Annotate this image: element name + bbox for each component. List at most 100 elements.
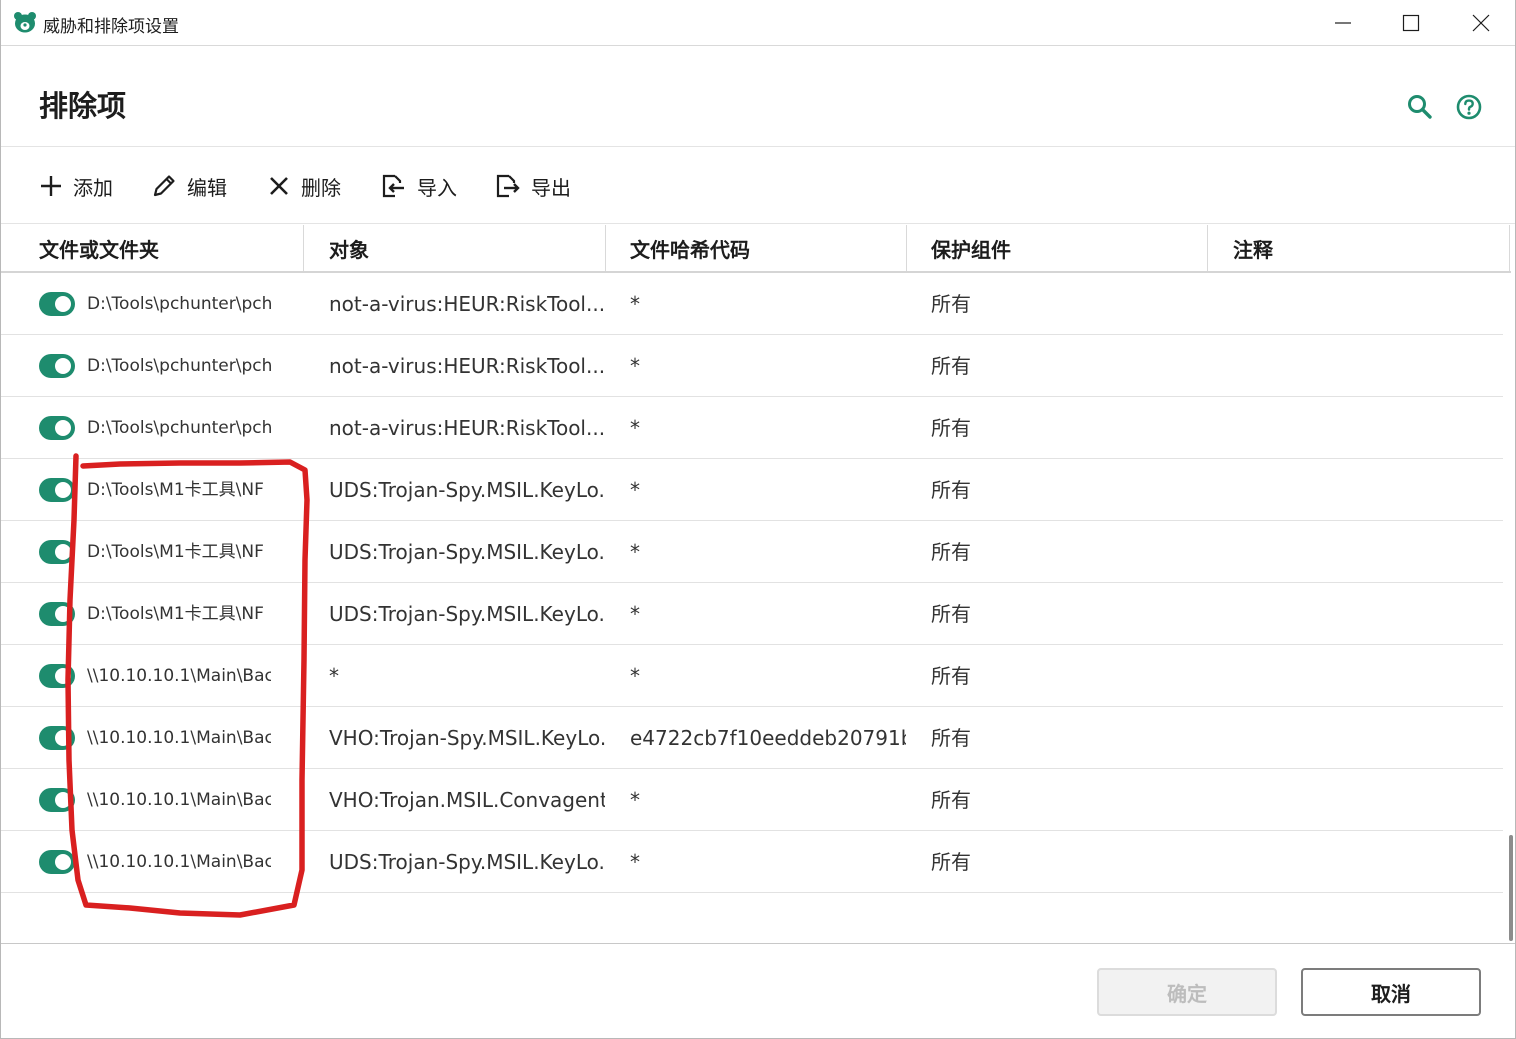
table-row[interactable]: \\10.10.10.1\Main\Back VHO:Trojan-Spy.MS… <box>1 707 1503 769</box>
export-label: 导出 <box>531 175 571 200</box>
cancel-button[interactable]: 取消 <box>1301 968 1481 1016</box>
toggle-knob <box>55 792 71 808</box>
help-icon <box>1456 94 1482 120</box>
component-cell: 所有 <box>931 354 971 378</box>
export-button[interactable]: 导出 <box>493 170 571 202</box>
vertical-scrollbar[interactable] <box>1506 273 1516 943</box>
maximize-button[interactable] <box>1377 0 1445 46</box>
hash-cell: * <box>630 664 640 688</box>
export-icon <box>496 174 520 198</box>
x-icon <box>270 177 288 195</box>
object-cell: not-a-virus:HEUR:RiskTool.... <box>329 292 605 316</box>
hash-cell: * <box>630 478 640 502</box>
enabled-toggle[interactable] <box>39 478 75 502</box>
toggle-knob <box>55 358 71 374</box>
enabled-toggle[interactable] <box>39 788 75 812</box>
hash-cell: * <box>630 354 640 378</box>
column-header-component[interactable]: 保护组件 <box>931 225 1011 271</box>
object-cell: VHO:Trojan-Spy.MSIL.KeyLo... <box>329 726 605 750</box>
path-cell: D:\Tools\M1卡工具\NF <box>87 480 264 500</box>
hash-cell: e4722cb7f10eeddeb20791b... <box>630 726 906 750</box>
toggle-knob <box>55 668 71 684</box>
path-cell: \\10.10.10.1\Main\Back <box>87 790 271 810</box>
close-icon <box>1472 14 1490 32</box>
hash-cell: * <box>630 292 640 316</box>
component-cell: 所有 <box>931 416 971 440</box>
column-resizer[interactable] <box>303 225 304 271</box>
table-row[interactable]: D:\Tools\pchunter\pchu not-a-virus:HEUR:… <box>1 273 1503 335</box>
column-resizer[interactable] <box>906 225 907 271</box>
close-button[interactable] <box>1447 0 1515 46</box>
object-cell: UDS:Trojan-Spy.MSIL.KeyLo... <box>329 540 605 564</box>
page-header: 排除项 <box>1 47 1515 147</box>
help-button[interactable] <box>1454 92 1484 122</box>
enabled-toggle[interactable] <box>39 540 75 564</box>
object-cell: UDS:Trojan-Spy.MSIL.KeyLo... <box>329 602 605 626</box>
object-cell: UDS:Trojan-Spy.MSIL.KeyLo... <box>329 478 605 502</box>
import-label: 导入 <box>417 175 457 200</box>
search-button[interactable] <box>1405 92 1435 122</box>
hash-cell: * <box>630 602 640 626</box>
scrollbar-thumb[interactable] <box>1509 835 1513 941</box>
table-row[interactable]: D:\Tools\pchunter\pchu not-a-virus:HEUR:… <box>1 335 1503 397</box>
title-bar: 威胁和排除项设置 <box>1 0 1515 46</box>
edit-label: 编辑 <box>187 175 227 200</box>
add-button[interactable]: 添加 <box>39 170 113 202</box>
enabled-toggle[interactable] <box>39 354 75 378</box>
minimize-icon <box>1335 22 1351 24</box>
column-resizer[interactable] <box>605 225 606 271</box>
toggle-knob <box>55 296 71 312</box>
edit-button[interactable]: 编辑 <box>151 170 227 202</box>
table-row[interactable]: \\10.10.10.1\Main\Back VHO:Trojan.MSIL.C… <box>1 769 1503 831</box>
table-row[interactable]: D:\Tools\M1卡工具\NF UDS:Trojan-Spy.MSIL.Ke… <box>1 459 1503 521</box>
column-header-path[interactable]: 文件或文件夹 <box>39 225 159 271</box>
toggle-knob <box>55 854 71 870</box>
hash-cell: * <box>630 416 640 440</box>
path-cell: D:\Tools\pchunter\pchu <box>87 356 271 376</box>
table-row[interactable]: D:\Tools\M1卡工具\NF UDS:Trojan-Spy.MSIL.Ke… <box>1 521 1503 583</box>
column-resizer[interactable] <box>1207 225 1208 271</box>
hash-cell: * <box>630 850 640 874</box>
toolbar: 添加 编辑 删除 导入 导出 <box>1 148 1515 224</box>
ok-button[interactable]: 确定 <box>1097 968 1277 1016</box>
toggle-knob <box>55 544 71 560</box>
hash-cell: * <box>630 540 640 564</box>
import-button[interactable]: 导入 <box>379 170 457 202</box>
column-header-object[interactable]: 对象 <box>329 225 369 271</box>
column-resizer[interactable] <box>1509 225 1510 271</box>
path-cell: D:\Tools\pchunter\pchu <box>87 294 271 314</box>
component-cell: 所有 <box>931 788 971 812</box>
column-header-hash[interactable]: 文件哈希代码 <box>630 225 750 271</box>
enabled-toggle[interactable] <box>39 292 75 316</box>
component-cell: 所有 <box>931 602 971 626</box>
enabled-toggle[interactable] <box>39 602 75 626</box>
hash-cell: * <box>630 788 640 812</box>
path-cell: D:\Tools\M1卡工具\NF <box>87 604 264 624</box>
object-cell: not-a-virus:HEUR:RiskTool.... <box>329 416 605 440</box>
component-cell: 所有 <box>931 850 971 874</box>
path-cell: \\10.10.10.1\Main\Back <box>87 666 271 686</box>
search-icon <box>1408 95 1432 119</box>
plus-icon <box>41 176 61 196</box>
minimize-button[interactable] <box>1309 0 1377 46</box>
path-cell: D:\Tools\M1卡工具\NF <box>87 542 264 562</box>
object-cell: VHO:Trojan.MSIL.Convagent... <box>329 788 605 812</box>
column-header-note[interactable]: 注释 <box>1233 225 1273 271</box>
table-row[interactable]: D:\Tools\M1卡工具\NF UDS:Trojan-Spy.MSIL.Ke… <box>1 583 1503 645</box>
component-cell: 所有 <box>931 664 971 688</box>
enabled-toggle[interactable] <box>39 850 75 874</box>
enabled-toggle[interactable] <box>39 664 75 688</box>
toggle-knob <box>55 606 71 622</box>
delete-button[interactable]: 删除 <box>267 170 341 202</box>
window-title: 威胁和排除项设置 <box>43 17 179 37</box>
enabled-toggle[interactable] <box>39 416 75 440</box>
page-title: 排除项 <box>39 89 127 123</box>
toggle-knob <box>55 730 71 746</box>
path-cell: D:\Tools\pchunter\pchu <box>87 418 271 438</box>
enabled-toggle[interactable] <box>39 726 75 750</box>
table-row[interactable]: \\10.10.10.1\Main\Back * * 所有 <box>1 645 1503 707</box>
dialog-footer: 确定 取消 <box>1 943 1515 1039</box>
table-row[interactable]: D:\Tools\pchunter\pchu not-a-virus:HEUR:… <box>1 397 1503 459</box>
exclusions-table: D:\Tools\pchunter\pchu not-a-virus:HEUR:… <box>1 273 1503 943</box>
table-row[interactable]: \\10.10.10.1\Main\Back UDS:Trojan-Spy.MS… <box>1 831 1503 893</box>
